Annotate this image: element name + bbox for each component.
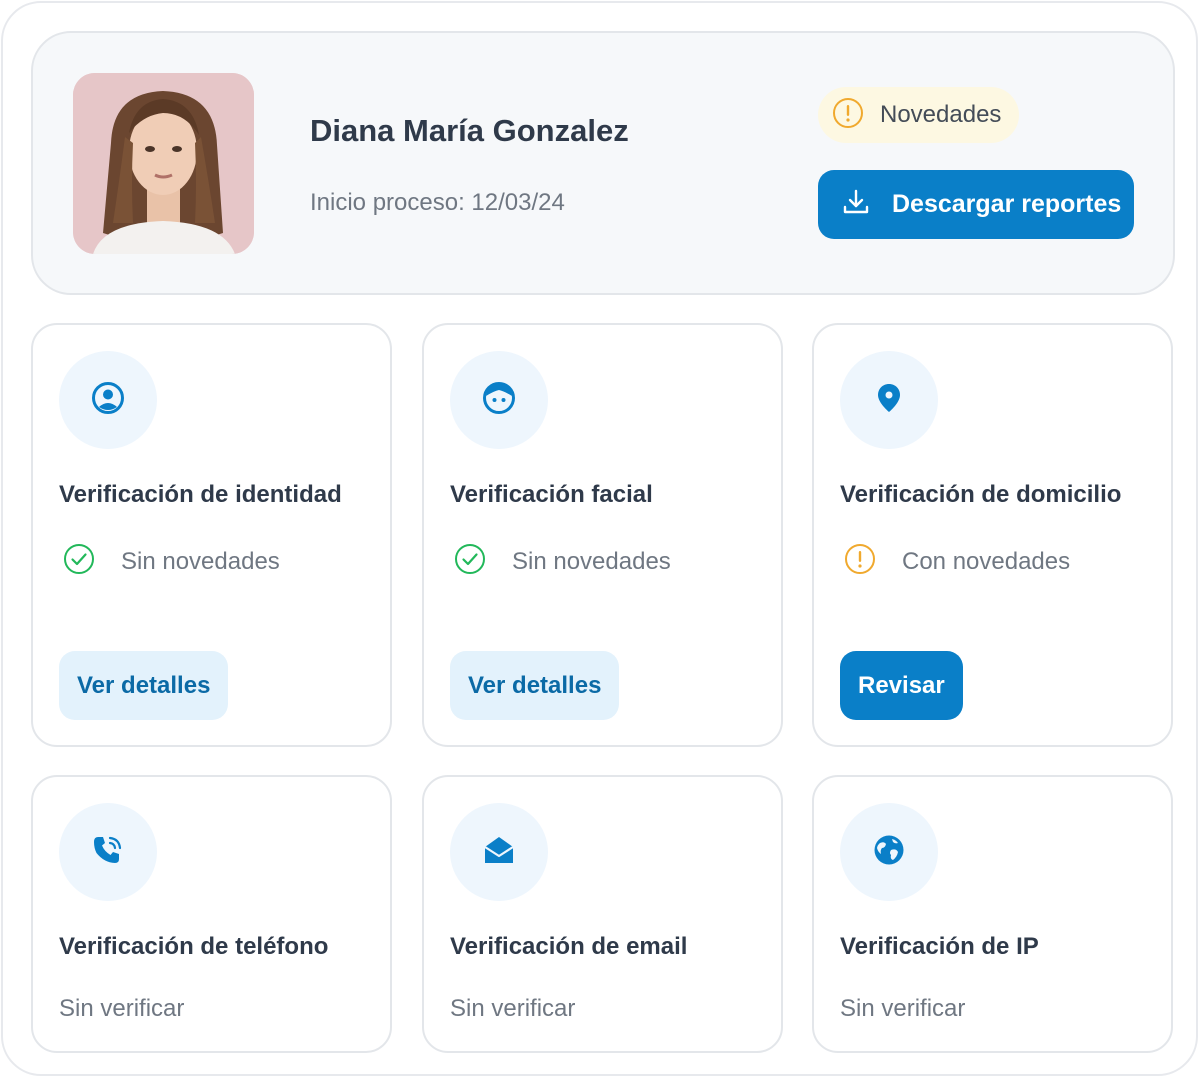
check-circle-icon <box>63 543 95 580</box>
globe-icon <box>872 833 906 872</box>
icon-circle <box>59 351 157 449</box>
status-text: Sin novedades <box>512 547 671 575</box>
card-email-verification: Verificación de email Sin verificar <box>422 775 783 1053</box>
avatar <box>73 73 254 254</box>
status-row: Sin novedades <box>454 543 671 580</box>
icon-circle <box>450 351 548 449</box>
view-details-button[interactable]: Ver detalles <box>450 651 620 720</box>
download-reports-label: Descargar reportes <box>892 190 1122 218</box>
icon-circle <box>450 803 548 901</box>
profile-name: Diana María Gonzalez <box>310 113 629 148</box>
card-title: Verificación de teléfono <box>59 933 329 960</box>
card-phone-verification: Verificación de teléfono Sin verificar <box>31 775 392 1053</box>
card-title: Verificación de identidad <box>59 481 342 508</box>
icon-circle <box>840 351 938 449</box>
status-row: Sin novedades <box>63 543 280 580</box>
icon-circle <box>59 803 157 901</box>
download-icon <box>842 188 870 221</box>
status-text: Con novedades <box>902 547 1071 575</box>
card-title: Verificación de IP <box>840 933 1039 960</box>
download-reports-button[interactable]: Descargar reportes <box>818 170 1134 239</box>
alerts-badge[interactable]: Novedades <box>818 87 1020 143</box>
profile-header: Diana María Gonzalez Inicio proceso: 12/… <box>31 31 1175 295</box>
status-row: Con novedades <box>844 543 1070 580</box>
status-text: Sin verificar <box>450 995 576 1022</box>
location-pin-icon <box>872 381 906 420</box>
status-text: Sin verificar <box>59 995 185 1022</box>
phone-icon <box>91 833 125 872</box>
card-title: Verificación facial <box>450 481 653 508</box>
warning-circle-icon <box>844 543 876 580</box>
face-icon <box>482 381 516 420</box>
envelope-icon <box>482 833 516 872</box>
status-text: Sin verificar <box>840 995 966 1022</box>
icon-circle <box>840 803 938 901</box>
view-details-button[interactable]: Ver detalles <box>59 651 229 720</box>
review-button[interactable]: Revisar <box>840 651 963 720</box>
card-address-verification: Verificación de domicilio Con novedades … <box>812 323 1173 747</box>
check-circle-icon <box>454 543 486 580</box>
page-frame: Diana María Gonzalez Inicio proceso: 12/… <box>1 1 1198 1076</box>
card-title: Verificación de email <box>450 933 688 960</box>
card-facial-verification: Verificación facial Sin novedades Ver de… <box>422 323 783 747</box>
card-title: Verificación de domicilio <box>840 481 1122 508</box>
user-circle-icon <box>91 381 125 420</box>
card-ip-verification: Verificación de IP Sin verificar <box>812 775 1173 1053</box>
card-identity-verification: Verificación de identidad Sin novedades … <box>31 323 392 747</box>
warning-circle-icon <box>832 97 864 134</box>
status-text: Sin novedades <box>121 547 280 575</box>
alerts-badge-label: Novedades <box>880 101 1002 128</box>
process-start-date: Inicio proceso: 12/03/24 <box>310 189 565 216</box>
